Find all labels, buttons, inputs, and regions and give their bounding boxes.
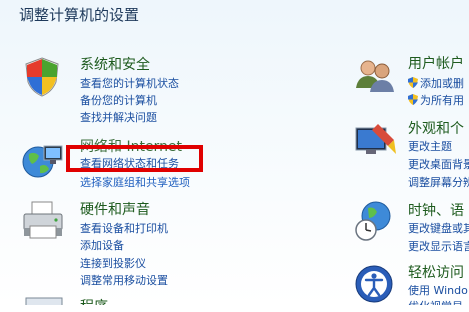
link-parental-controls-label: 为所有用 <box>420 94 464 107</box>
link-homegroup-sharing[interactable]: 选择家庭组和共享选项 <box>80 174 190 190</box>
category-title-programs[interactable]: 程序 <box>80 296 108 305</box>
uac-shield-icon <box>408 77 418 88</box>
control-panel: 调整计算机的设置 系统和安全 查看您的计算机状态 备份您的计算机 查找并解决问题… <box>0 0 469 305</box>
link-change-desktop-background[interactable]: 更改桌面背景 <box>408 156 469 172</box>
category-title-hardware-sound[interactable]: 硬件和声音 <box>80 199 150 219</box>
link-backup-computer[interactable]: 备份您的计算机 <box>80 92 157 108</box>
link-add-remove-accounts-label: 添加或删 <box>420 77 464 90</box>
link-change-keyboard[interactable]: 更改键盘或其 <box>408 220 469 236</box>
printer-icon[interactable] <box>20 198 66 244</box>
shield-flag-icon[interactable] <box>22 56 68 102</box>
category-title-system-security[interactable]: 系统和安全 <box>80 54 150 74</box>
link-parental-controls[interactable]: 为所有用 <box>408 92 464 108</box>
link-use-windows-suggestions[interactable]: 使用 Windo <box>408 282 468 298</box>
network-globe-icon[interactable] <box>20 138 66 184</box>
link-view-devices-printers[interactable]: 查看设备和打印机 <box>80 220 168 236</box>
category-title-appearance[interactable]: 外观和个 <box>408 118 464 138</box>
ease-of-access-icon[interactable] <box>352 262 398 308</box>
link-change-display-language[interactable]: 更改显示语言 <box>408 238 469 254</box>
category-title-ease-of-access[interactable]: 轻松访问 <box>408 262 464 282</box>
uac-shield-icon <box>408 94 418 105</box>
red-highlight-box <box>66 145 203 172</box>
link-optimize-visual-display[interactable]: 优化视觉显 <box>408 298 463 305</box>
link-change-theme[interactable]: 更改主题 <box>408 138 452 154</box>
programs-icon[interactable] <box>24 296 70 305</box>
link-connect-projector[interactable]: 连接到投影仪 <box>80 255 146 271</box>
page-title: 调整计算机的设置 <box>19 6 140 24</box>
link-troubleshoot[interactable]: 查找并解决问题 <box>80 109 157 125</box>
link-add-device[interactable]: 添加设备 <box>80 237 124 253</box>
link-add-remove-accounts[interactable]: 添加或删 <box>408 75 464 91</box>
link-adjust-screen-resolution[interactable]: 调整屏幕分辨 <box>408 174 469 190</box>
users-icon[interactable] <box>352 54 398 100</box>
link-adjust-mobility-settings[interactable]: 调整常用移动设置 <box>80 272 168 288</box>
link-view-computer-status[interactable]: 查看您的计算机状态 <box>80 75 179 91</box>
category-title-user-accounts[interactable]: 用户帐户 <box>408 53 464 73</box>
clock-globe-icon[interactable] <box>352 198 398 244</box>
appearance-icon[interactable] <box>352 118 398 164</box>
category-title-clock-language[interactable]: 时钟、语 <box>408 200 464 220</box>
